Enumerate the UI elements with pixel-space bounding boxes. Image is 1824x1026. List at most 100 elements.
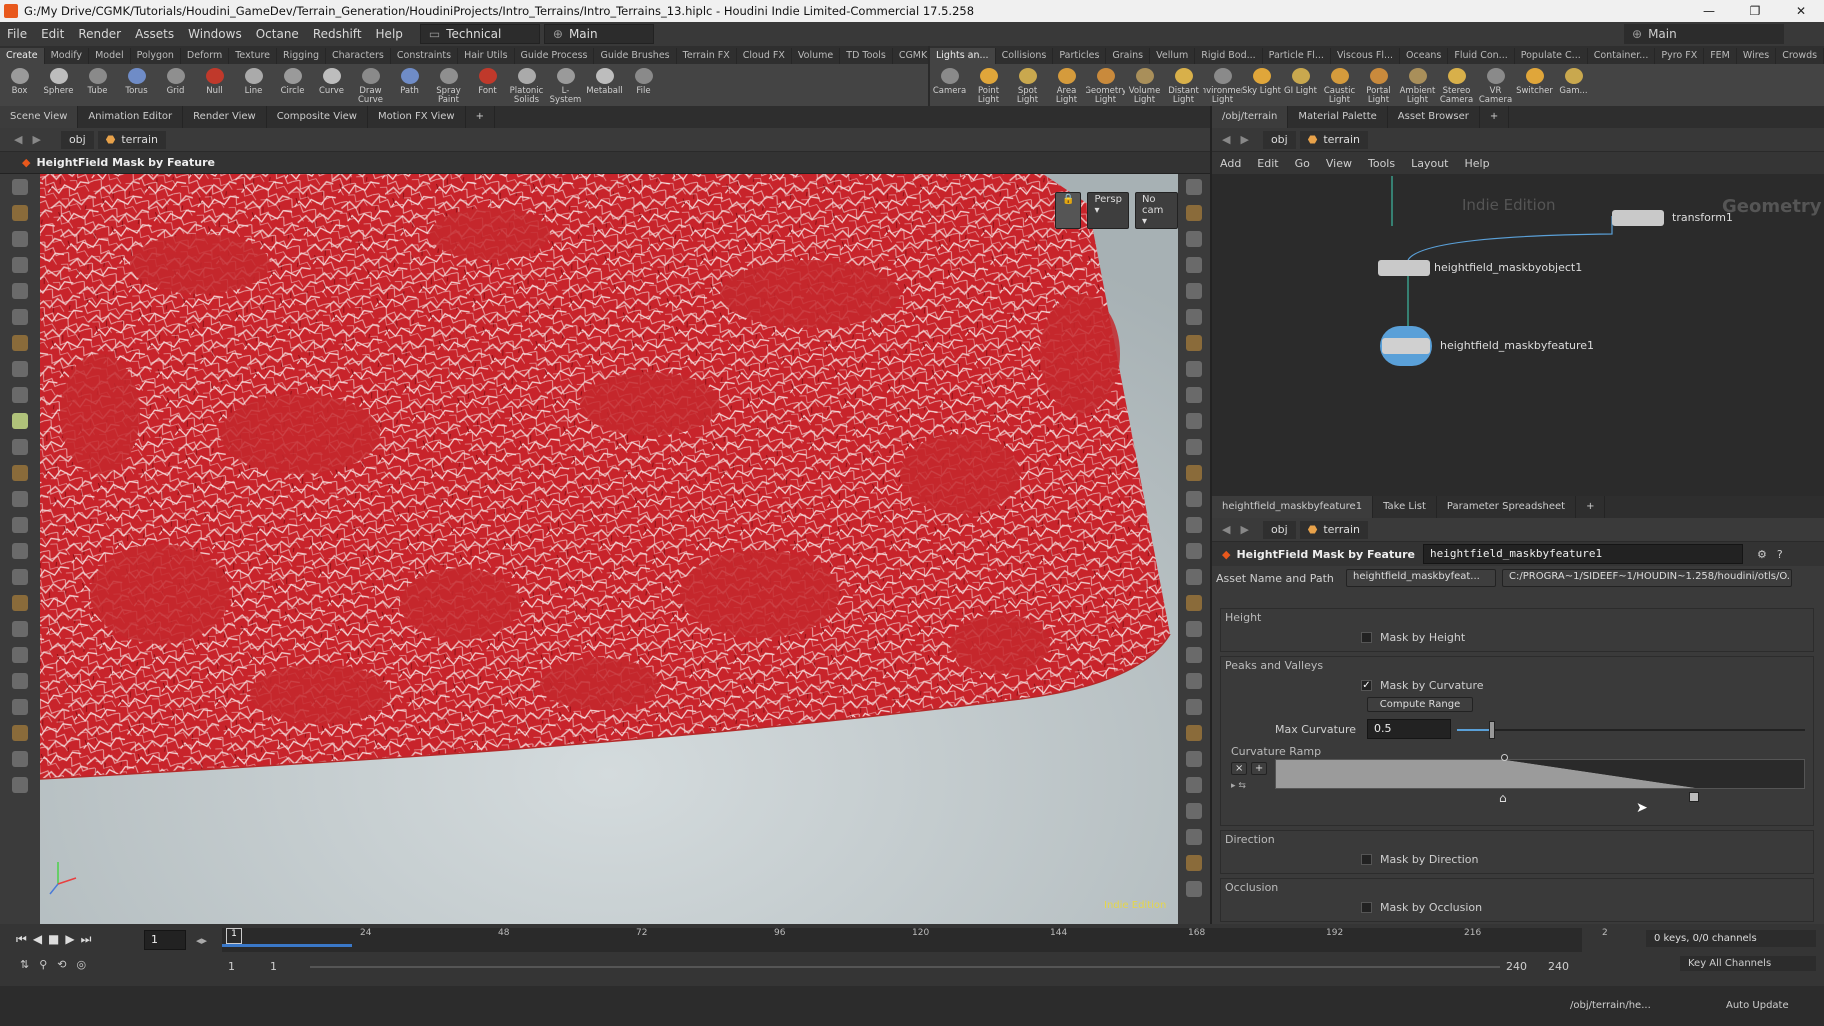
viewport-tool-icon[interactable]	[1186, 881, 1202, 897]
network-editor[interactable]: Indie Edition Geometry transform1 height…	[1212, 176, 1824, 496]
tab-render-view[interactable]: Render View	[183, 106, 267, 128]
viewport-tool-icon[interactable]	[12, 283, 28, 299]
shelf-tab[interactable]: Fluid Con...	[1448, 48, 1515, 64]
start-frame[interactable]: 1	[228, 960, 235, 973]
ramp-expand-icon[interactable]: ▸ ⇆	[1231, 781, 1271, 791]
viewport-tool-icon[interactable]	[1186, 283, 1202, 299]
viewport-tool-icon[interactable]	[12, 517, 28, 533]
shelf-tab[interactable]: Vellum	[1150, 48, 1196, 64]
viewport-tool-icon[interactable]	[12, 673, 28, 689]
mask-by-curvature-toggle[interactable]: ✓ Mask by Curvature	[1361, 679, 1484, 692]
viewport-tool-icon[interactable]	[1186, 387, 1202, 403]
shelf-tool[interactable]: Grid	[156, 64, 195, 106]
shelf-tool[interactable]: Tube	[78, 64, 117, 106]
shelf-tab[interactable]: Characters	[326, 48, 391, 64]
shelf-tool[interactable]: L-System	[546, 64, 585, 106]
shelf-tool[interactable]: Font	[468, 64, 507, 106]
shelf-tab[interactable]: Polygon	[131, 48, 181, 64]
gear-icon[interactable]: ⚙	[1757, 548, 1767, 561]
compute-range-button[interactable]: Compute Range	[1367, 697, 1473, 712]
shelf-tool[interactable]: VR Camera	[1476, 64, 1515, 106]
shelf-tool[interactable]: Distant Light	[1164, 64, 1203, 106]
viewport-tool-icon[interactable]	[1186, 543, 1202, 559]
viewport-tool-icon[interactable]	[1186, 413, 1202, 429]
shelf-tool[interactable]: Geometry Light	[1086, 64, 1125, 106]
mask-by-height-toggle[interactable]: Mask by Height	[1361, 631, 1465, 644]
viewport-tool-icon[interactable]	[1186, 517, 1202, 533]
shelf-tool[interactable]: Spray Paint	[429, 64, 468, 106]
shelf-tool[interactable]: Area Light	[1047, 64, 1086, 106]
viewport-tool-icon[interactable]	[12, 257, 28, 273]
shelf-tab[interactable]: Crowds	[1776, 48, 1824, 64]
back-arrow-icon[interactable]: ◀	[14, 133, 22, 146]
viewport-tool-icon[interactable]	[1186, 309, 1202, 325]
viewport-tool-icon[interactable]	[1186, 569, 1202, 585]
shelf-set-selector[interactable]: ⊕ Main	[543, 24, 654, 44]
path-obj[interactable]: obj	[1262, 520, 1296, 539]
shelf-tab[interactable]: CGMK Tools	[893, 48, 928, 64]
shelf-tool[interactable]: Portal Light	[1359, 64, 1398, 106]
target-icon[interactable]: ◎	[77, 958, 87, 971]
node-transform1[interactable]	[1612, 210, 1664, 226]
shelf-tool[interactable]: Switcher	[1515, 64, 1554, 106]
tab-motion-fx-view[interactable]: Motion FX View	[368, 106, 466, 128]
menu-layout[interactable]: Layout	[1403, 157, 1456, 170]
tab-obj-terrain[interactable]: /obj/terrain	[1212, 106, 1289, 128]
shelf-tab[interactable]: Texture	[229, 48, 278, 64]
ramp-remove-icon[interactable]: ×	[1231, 762, 1248, 775]
menu-octane[interactable]: Octane	[249, 27, 306, 41]
persp-menu[interactable]: Persp ▾	[1087, 192, 1129, 229]
viewport-tool-icon[interactable]	[12, 439, 28, 455]
shelf-tool[interactable]: Draw Curve	[351, 64, 390, 106]
viewport-tool-icon[interactable]	[1186, 725, 1202, 741]
shelf-tab[interactable]: Modify	[45, 48, 90, 64]
tab-scene-view[interactable]: Scene View	[0, 106, 79, 128]
path-terrain[interactable]: ⬣ terrain	[1299, 520, 1369, 539]
checkbox[interactable]: ✓	[1361, 680, 1372, 691]
shelf-tool[interactable]: Volume Light	[1125, 64, 1164, 106]
node-maskbyobject[interactable]	[1378, 260, 1430, 276]
viewport-tool-icon[interactable]	[12, 543, 28, 559]
shelf-tab[interactable]: Lights an...	[930, 48, 996, 64]
viewport-tool-icon[interactable]	[12, 777, 28, 793]
viewport-tool-icon[interactable]	[12, 595, 28, 611]
tab-asset-browser[interactable]: Asset Browser	[1388, 106, 1480, 128]
back-arrow-icon[interactable]: ◀	[1222, 523, 1230, 536]
menu-add[interactable]: Add	[1212, 157, 1249, 170]
menu-edit[interactable]: Edit	[34, 27, 71, 41]
shelf-tab[interactable]: Rigid Bod...	[1195, 48, 1263, 64]
mask-by-occlusion-toggle[interactable]: Mask by Occlusion	[1361, 901, 1482, 914]
shelf-tool[interactable]: Path	[390, 64, 429, 106]
viewport-tool-icon[interactable]	[1186, 855, 1202, 871]
menu-redshift[interactable]: Redshift	[306, 27, 369, 41]
end-frame[interactable]: 240	[1506, 960, 1527, 973]
max-curvature-slider[interactable]	[1457, 721, 1805, 739]
desktop-selector[interactable]: ▭ Technical	[419, 24, 540, 44]
shelf-tab[interactable]: Oceans	[1400, 48, 1449, 64]
viewport-tool-icon[interactable]	[1186, 491, 1202, 507]
viewport-tool-icon[interactable]	[1186, 829, 1202, 845]
shelf-tab[interactable]: Model	[89, 48, 131, 64]
right-shelf-set-selector[interactable]: ⊕ Main	[1624, 24, 1784, 44]
help-icon[interactable]: ?	[1777, 548, 1783, 561]
add-tab-button[interactable]: +	[466, 106, 495, 128]
shelf-tool[interactable]: Ambient Light	[1398, 64, 1437, 106]
viewport-tool-icon[interactable]	[1186, 257, 1202, 273]
path-terrain[interactable]: ⬣ terrain	[1299, 130, 1369, 149]
viewport-tool-icon[interactable]	[12, 335, 28, 351]
asset-name-menu[interactable]: heightfield_maskbyfeat...	[1346, 569, 1496, 587]
maximize-button[interactable]: ❐	[1732, 0, 1778, 22]
shelf-tab[interactable]: Particles	[1053, 48, 1107, 64]
viewport-tool-icon[interactable]	[1186, 179, 1202, 195]
viewport-tool-icon[interactable]	[12, 491, 28, 507]
viewport-tool-icon[interactable]	[1186, 647, 1202, 663]
tab-animation-editor[interactable]: Animation Editor	[78, 106, 184, 128]
close-button[interactable]: ✕	[1778, 0, 1824, 22]
node-maskbyfeature[interactable]	[1380, 326, 1432, 366]
viewport-tool-icon[interactable]	[12, 751, 28, 767]
shelf-tab[interactable]: Populate C...	[1515, 48, 1588, 64]
checkbox[interactable]	[1361, 854, 1372, 865]
shelf-tool[interactable]: Circle	[273, 64, 312, 106]
shelf-tool[interactable]: Gam...	[1554, 64, 1593, 106]
forward-arrow-icon[interactable]: ▶	[1240, 133, 1248, 146]
